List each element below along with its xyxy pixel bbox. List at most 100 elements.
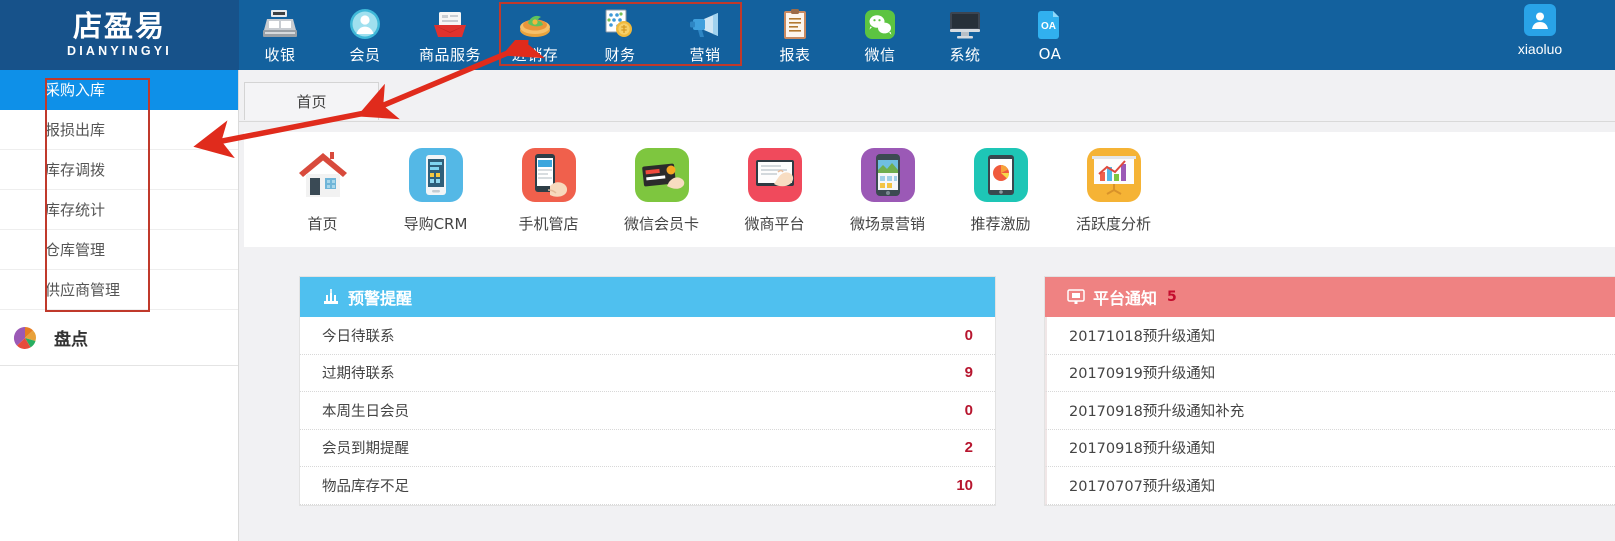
row-label: 会员到期提醒	[322, 441, 409, 458]
table-row[interactable]: 今日待联系 0	[300, 317, 995, 355]
top-navigation-bar: 店盈易 DIANYINGYI 收银 会员 商品服务 进销存 财务 营销 报表 微…	[0, 0, 1615, 70]
nav-item-oa[interactable]: OA OA	[1016, 0, 1084, 70]
shortcut-label: 微商平台	[744, 214, 805, 233]
platform-notice-panel: 平台通知 5 20171018预升级通知 20170919预升级通知 20170…	[1044, 276, 1615, 506]
megaphone-icon	[688, 8, 722, 41]
notice-panel-header: 平台通知 5	[1045, 277, 1615, 317]
shortcut-mobile-shop[interactable]: 手机管店	[492, 146, 605, 234]
monitor-notice-icon	[1067, 288, 1085, 306]
membership-card-icon	[633, 146, 691, 204]
row-value: 10	[956, 476, 973, 494]
tab-home[interactable]: 首页	[244, 82, 379, 120]
shortcut-label: 首页	[307, 214, 338, 233]
table-row[interactable]: 过期待联系 9	[300, 355, 995, 392]
mobile-shop-icon	[520, 146, 578, 204]
nav-item-product-service[interactable]: 商品服务	[416, 0, 484, 70]
list-item[interactable]: 20170919预升级通知	[1045, 354, 1615, 392]
warning-panel-header: 预警提醒	[300, 277, 995, 317]
notice-label: 20170918预升级通知	[1069, 441, 1216, 458]
nav-label: 收银	[264, 45, 296, 64]
nav-item-wechat[interactable]: 微信	[846, 0, 914, 70]
list-item[interactable]: 20170918预升级通知补充	[1045, 392, 1615, 430]
sidebar-item-stock-statistics[interactable]: 库存统计	[0, 190, 238, 230]
nav-label: 进销存	[511, 45, 559, 64]
shortcut-crm[interactable]: 导购CRM	[379, 146, 492, 234]
notice-label: 20170918预升级通知补充	[1069, 403, 1245, 420]
sidebar-item-damage-outbound[interactable]: 报损出库	[0, 110, 238, 150]
nav-item-marketing[interactable]: 营销	[671, 0, 739, 70]
svg-text:OA: OA	[1041, 21, 1056, 32]
row-label: 今日待联系	[322, 328, 395, 345]
sidebar-item-stock-transfer[interactable]: 库存调拨	[0, 150, 238, 190]
warning-panel-title: 预警提醒	[348, 289, 413, 308]
shortcut-scene-marketing[interactable]: 微场景营销	[831, 146, 944, 234]
finance-coins-icon	[603, 8, 637, 41]
shortcut-home[interactable]: 首页	[266, 146, 379, 234]
application-window: 店盈易 DIANYINGYI 收银 会员 商品服务 进销存 财务 营销 报表 微…	[0, 0, 1615, 541]
nav-item-member[interactable]: 会员	[331, 0, 399, 70]
home-icon	[294, 146, 352, 204]
nav-label: 财务	[604, 45, 636, 64]
notice-panel-title: 平台通知	[1093, 289, 1158, 308]
shortcut-label: 导购CRM	[403, 214, 468, 233]
notice-label: 20170707预升级通知	[1069, 478, 1216, 495]
shortcut-label: 推荐激励	[970, 214, 1031, 233]
sidebar-group-stocktaking[interactable]: 盘点	[0, 310, 238, 366]
nav-item-system[interactable]: 系统	[931, 0, 999, 70]
row-label: 过期待联系	[322, 366, 395, 383]
monitor-system-icon	[948, 8, 982, 41]
nav-item-finance[interactable]: 财务	[586, 0, 654, 70]
sidebar-item-warehouse-management[interactable]: 仓库管理	[0, 230, 238, 270]
shortcut-label: 微场景营销	[849, 214, 925, 233]
nav-label: 系统	[949, 45, 981, 64]
sidebar-item-supplier-management[interactable]: 供应商管理	[0, 270, 238, 310]
main-content: 首页 首页 导购CRM 手机管店 微信会员卡 微商平台 微场景营销 推荐激励 活…	[239, 70, 1615, 541]
nav-label: 会员	[349, 45, 381, 64]
shortcut-membership-card[interactable]: 微信会员卡	[605, 146, 718, 234]
nav-label: 营销	[689, 45, 721, 64]
sidebar-item-purchase-inbound[interactable]: 采购入库	[0, 70, 238, 110]
left-sidebar: 采购入库 报损出库 库存调拨 库存统计 仓库管理 供应商管理 盘点	[0, 70, 239, 541]
clipboard-report-icon	[778, 8, 812, 41]
nav-label: 商品服务	[418, 45, 481, 64]
nav-item-reports[interactable]: 报表	[761, 0, 829, 70]
user-account-area[interactable]: xiaoluo	[1505, 4, 1575, 66]
brand-logo[interactable]: 店盈易 DIANYINGYI	[0, 0, 239, 70]
cash-register-icon	[263, 8, 297, 41]
alert-icon	[322, 288, 340, 306]
notice-label: 20170919预升级通知	[1069, 366, 1216, 383]
shortcut-wechat-business[interactable]: 微商平台	[718, 146, 831, 234]
member-avatar-icon	[348, 8, 382, 41]
warning-reminder-panel: 预警提醒 今日待联系 0 过期待联系 9 本周生日会员 0 会员到期提醒 2 物…	[299, 276, 996, 506]
list-item[interactable]: 20171018预升级通知	[1045, 317, 1615, 355]
product-box-icon	[433, 8, 467, 41]
table-row[interactable]: 物品库存不足 10	[300, 467, 995, 505]
user-name-label: xiaoluo	[1517, 41, 1563, 57]
pie-chart-icon	[12, 325, 38, 351]
table-row[interactable]: 会员到期提醒 2	[300, 430, 995, 467]
row-value: 9	[964, 364, 973, 382]
oa-document-icon: OA	[1033, 9, 1067, 42]
crm-phone-icon	[407, 146, 465, 204]
referral-reward-icon	[972, 146, 1030, 204]
table-row[interactable]: 本周生日会员 0	[300, 392, 995, 430]
wechat-icon	[863, 8, 897, 41]
shortcut-label: 微信会员卡	[623, 214, 699, 233]
shortcut-label: 活跃度分析	[1075, 214, 1151, 233]
nav-label: 微信	[864, 45, 896, 64]
notice-label: 20171018预升级通知	[1069, 328, 1216, 345]
user-avatar-icon	[1524, 4, 1556, 36]
shortcut-label: 手机管店	[518, 214, 579, 233]
wechat-business-icon	[746, 146, 804, 204]
nav-item-cashier[interactable]: 收银	[246, 0, 314, 70]
nav-item-inventory[interactable]: 进销存	[501, 0, 569, 70]
shortcut-panel: 首页 导购CRM 手机管店 微信会员卡 微商平台 微场景营销 推荐激励 活跃度分…	[244, 132, 1615, 247]
shortcut-referral-reward[interactable]: 推荐激励	[944, 146, 1057, 234]
shortcut-activity-analysis[interactable]: 活跃度分析	[1057, 146, 1170, 234]
row-value: 0	[964, 326, 973, 344]
logo-chinese-text: 店盈易	[72, 9, 166, 43]
list-item[interactable]: 20170707预升级通知	[1045, 467, 1615, 505]
logo-english-text: DIANYINGYI	[67, 44, 172, 58]
list-item[interactable]: 20170918预升级通知	[1045, 429, 1615, 467]
